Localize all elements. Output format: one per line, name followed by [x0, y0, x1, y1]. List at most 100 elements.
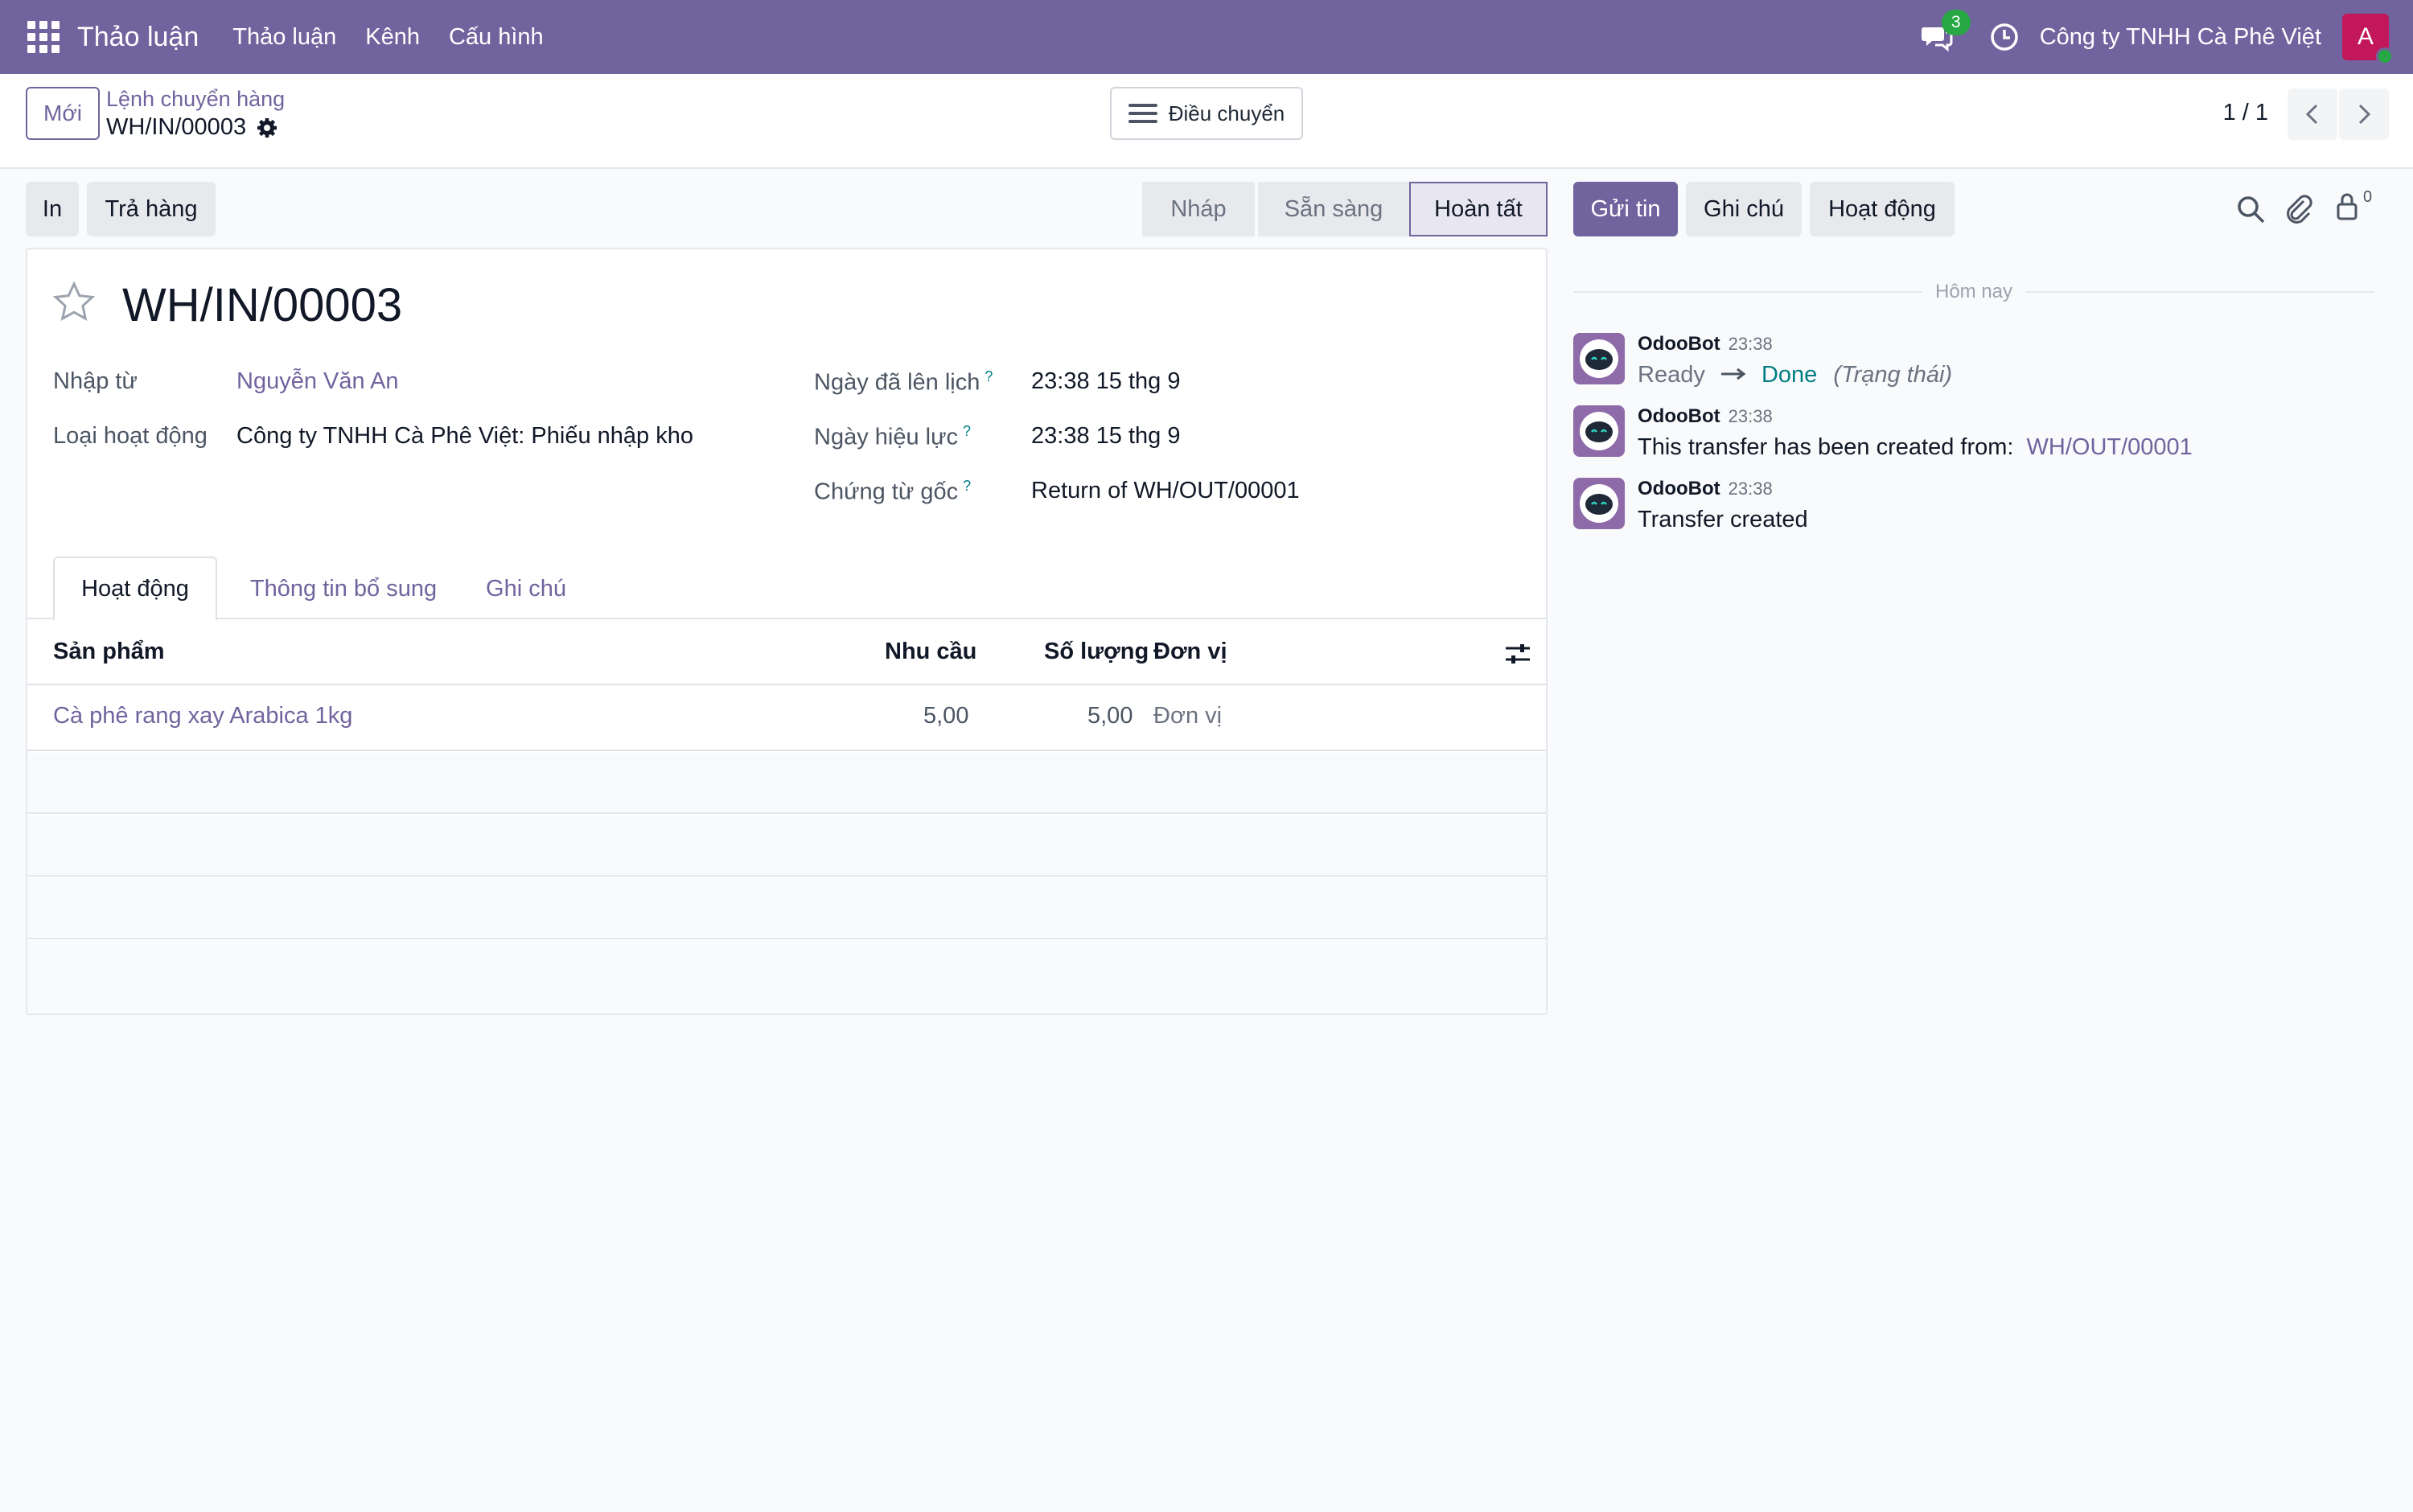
effective-date-label-text: Ngày hiệu lực [814, 424, 958, 450]
robot-icon [1580, 484, 1618, 523]
chevron-right-icon [2358, 104, 2371, 125]
new-button[interactable]: Mới [26, 87, 100, 140]
field-label-scheduled-date: Ngày đã lên lịch? [814, 368, 993, 396]
stage-done[interactable]: Hoàn tất [1409, 182, 1548, 236]
author-name: OdooBot [1638, 333, 1720, 355]
empty-table-row [27, 878, 1546, 939]
pager-next-button[interactable] [2339, 88, 2389, 140]
field-value-receive-from[interactable]: Nguyễn Văn An [236, 368, 399, 395]
print-button[interactable]: In [26, 182, 79, 236]
status-bar: Nháp Sẵn sàng Hoàn tất [1142, 182, 1548, 236]
app-title[interactable]: Thảo luận [77, 22, 199, 53]
menu-configuration[interactable]: Cấu hình [449, 24, 544, 51]
star-favorite-icon[interactable] [51, 280, 97, 325]
followers-button[interactable]: 0 [2334, 188, 2382, 228]
field-label-operation-type: Loại hoạt động [53, 423, 208, 449]
menu-channels[interactable]: Kênh [365, 24, 420, 51]
source-record-link[interactable]: WH/OUT/00001 [2027, 434, 2193, 460]
pager-previous-button[interactable] [2288, 88, 2337, 140]
pager-value[interactable]: 1 / 1 [2223, 100, 2268, 126]
online-status-dot [2376, 47, 2394, 65]
odoobot-avatar[interactable] [1573, 405, 1625, 457]
transfer-menu-button[interactable]: Điều chuyển [1110, 87, 1303, 140]
breadcrumb-current-record: WH/IN/00003 [106, 114, 278, 141]
day-separator-label: Hôm nay [1934, 281, 2013, 302]
scheduled-date-label-text: Ngày đã lên lịch [814, 369, 980, 396]
message-author[interactable]: OdooBot 23:38 [1638, 405, 1773, 428]
send-message-button[interactable]: Gửi tin [1573, 182, 1678, 236]
table-row[interactable]: Cà phê rang xay Arabica 1kg 5,00 5,00 Đơ… [27, 685, 1546, 751]
paperclip-icon[interactable] [2283, 193, 2315, 225]
old-value: Ready [1638, 362, 1705, 388]
message-author[interactable]: OdooBot 23:38 [1638, 478, 1773, 500]
row-demand: 5,00 [923, 703, 969, 729]
new-value: Done [1761, 362, 1818, 388]
menu-discuss[interactable]: Thảo luận [232, 24, 336, 51]
help-tooltip-icon[interactable]: ? [963, 423, 971, 439]
field-label-receive-from: Nhập từ [53, 368, 138, 394]
tab-note[interactable]: Ghi chú [470, 557, 582, 621]
field-value-source-document[interactable]: Return of WH/OUT/00001 [1031, 478, 1300, 504]
apps-menu-icon[interactable] [26, 19, 61, 55]
record-name-label: WH/IN/00003 [106, 114, 247, 140]
source-document-label-text: Chứng từ gốc [814, 479, 959, 505]
table-header: Sản phẩm Nhu cầu Số lượng Đơn vị [27, 621, 1546, 685]
control-panel: Mới Lệnh chuyển hàng WH/IN/00003 Điều ch… [0, 74, 2413, 169]
tab-additional-info[interactable]: Thông tin bổ sung [243, 557, 444, 621]
stage-draft[interactable]: Nháp [1142, 182, 1255, 236]
field-value-scheduled-date[interactable]: 23:38 15 thg 9 [1031, 368, 1180, 395]
message-author[interactable]: OdooBot 23:38 [1638, 333, 1773, 355]
col-demand[interactable]: Nhu cầu [885, 639, 976, 665]
breadcrumb-transfers[interactable]: Lệnh chuyển hàng [106, 87, 285, 112]
message-time: 23:38 [1728, 479, 1773, 499]
tracked-field-name: (Trạng thái) [1833, 362, 1953, 388]
help-tooltip-icon[interactable]: ? [985, 368, 993, 384]
robot-icon [1580, 412, 1618, 450]
messages-icon[interactable]: 3 [1921, 10, 1971, 53]
activity-clock-icon[interactable] [1988, 21, 2020, 53]
field-value-effective-date[interactable]: 23:38 15 thg 9 [1031, 423, 1180, 450]
message-time: 23:38 [1728, 334, 1773, 354]
row-unit: Đơn vị [1153, 703, 1223, 729]
field-label-effective-date: Ngày hiệu lực? [814, 423, 971, 451]
avatar-letter: A [2357, 23, 2374, 50]
messages-count-badge: 3 [1941, 10, 1971, 35]
transfer-menu-label: Điều chuyển [1168, 101, 1285, 125]
col-unit[interactable]: Đơn vị [1153, 639, 1227, 665]
author-name: OdooBot [1638, 478, 1720, 499]
tracking-value: Ready Done (Trạng thái) [1638, 362, 1952, 388]
empty-table-row [27, 816, 1546, 877]
stage-ready[interactable]: Sẵn sàng [1258, 182, 1409, 236]
arrow-right-icon [1720, 368, 1746, 380]
message-text: This transfer has been created from: [1638, 434, 2014, 460]
optional-columns-icon[interactable] [1504, 642, 1531, 666]
row-quantity: 5,00 [1087, 703, 1133, 729]
user-avatar[interactable]: A [2342, 14, 2394, 65]
odoobot-avatar[interactable] [1573, 478, 1625, 529]
author-name: OdooBot [1638, 405, 1720, 427]
company-switcher[interactable]: Công ty TNHH Cà Phê Việt [2040, 24, 2321, 51]
top-navbar: Thảo luận Thảo luận Kênh Cấu hình 3 Công… [0, 0, 2413, 74]
message-body: This transfer has been created from: WH/… [1638, 434, 2193, 461]
message-time: 23:38 [1728, 406, 1773, 426]
col-product[interactable]: Sản phẩm [53, 639, 165, 665]
return-button[interactable]: Trả hàng [87, 182, 216, 236]
row-product[interactable]: Cà phê rang xay Arabica 1kg [53, 703, 352, 729]
log-note-button[interactable]: Ghi chú [1686, 182, 1802, 236]
gear-icon[interactable] [256, 117, 278, 139]
help-tooltip-icon[interactable]: ? [963, 478, 971, 494]
empty-table-row [27, 941, 1546, 1012]
followers-count: 0 [2363, 188, 2373, 206]
field-label-source-document: Chứng từ gốc? [814, 478, 971, 506]
tab-operations[interactable]: Hoạt động [53, 557, 217, 621]
odoobot-avatar[interactable] [1573, 333, 1625, 384]
hamburger-icon [1128, 104, 1157, 123]
activity-button[interactable]: Hoạt động [1810, 182, 1955, 236]
col-quantity[interactable]: Số lượng [1044, 639, 1149, 665]
field-value-operation-type[interactable]: Công ty TNHH Cà Phê Việt: Phiếu nhập kho [236, 423, 693, 450]
record-title: WH/IN/00003 [122, 279, 403, 331]
message-text: Transfer created [1638, 507, 1808, 532]
day-separator: Hôm nay [1573, 280, 2375, 304]
robot-icon [1580, 339, 1618, 378]
search-icon[interactable] [2234, 193, 2267, 225]
